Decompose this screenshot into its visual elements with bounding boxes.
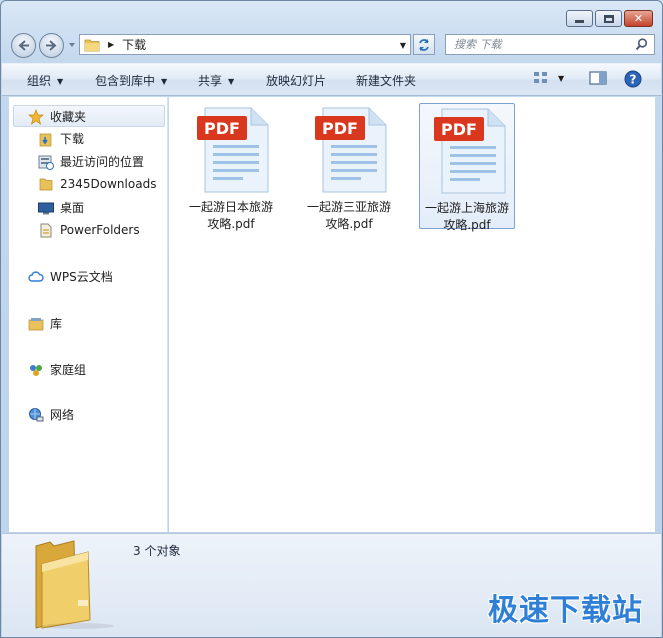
help-button[interactable]: ? [624,70,642,88]
organize-menu[interactable]: 组织 ▼ [27,72,63,89]
file-name-line1: 一起游日本旅游 [188,200,273,214]
organize-label: 组织 [27,74,52,88]
back-button[interactable] [11,33,36,58]
file-name-line2: 攻略.pdf [207,217,255,231]
address-bar[interactable]: ▶ 下载 ▼ [79,34,411,55]
search-icon[interactable] [635,38,648,51]
nav-homegroup-label: 家庭组 [50,363,87,377]
help-icon: ? [624,70,642,88]
slideshow-button[interactable]: 放映幻灯片 [266,72,326,89]
file-item[interactable]: PDF 一起游日本旅游 攻略.pdf [183,103,279,231]
pdf-file-icon: PDF [434,108,506,194]
library-icon [28,316,44,332]
nav-item-label: 桌面 [60,201,85,215]
arrow-left-icon [18,40,29,51]
nav-favorites-label: 收藏夹 [50,110,87,124]
chevron-down-icon: ▼ [161,77,168,86]
file-name-line2: 攻略.pdf [443,218,491,232]
powerfolders-icon [38,222,54,238]
navigation-pane: 收藏夹 下载 最近访问的位置 2345Downloads 桌面 PowerFol… [9,97,168,532]
maximize-button[interactable] [595,10,622,27]
file-item[interactable]: PDF 一起游三亚旅游 攻略.pdf [301,103,397,231]
file-name: 一起游日本旅游 攻略.pdf [183,199,279,233]
file-name-line1: 一起游上海旅游 [424,201,509,215]
new-folder-label: 新建文件夹 [356,74,417,88]
nav-item-recent-places[interactable]: 最近访问的位置 [38,153,144,170]
cloud-icon [28,269,44,285]
breadcrumb-current[interactable]: 下载 [122,36,146,53]
folder-large-icon [35,540,114,629]
explorer-window: ✕ ▶ 下载 ▼ 组织 ▼ 包含到库中 ▼ [0,0,663,638]
view-options-icon [534,72,547,83]
nav-libraries[interactable]: 库 [28,315,62,332]
refresh-button[interactable] [413,34,435,55]
nav-network[interactable]: 网络 [28,406,74,423]
file-list: PDF 一起游日本旅游 攻略.pdf PDF 一起游三亚旅游 攻略.pdf PD… [169,97,655,532]
refresh-icon [419,38,429,51]
pdf-badge-text: PDF [441,120,477,139]
nav-libraries-label: 库 [50,317,63,331]
pdf-badge-text: PDF [204,119,240,138]
share-menu[interactable]: 共享 ▼ [198,72,234,89]
minimize-icon [575,19,584,23]
pdf-badge-text: PDF [322,119,358,138]
nav-wps-cloud-label: WPS云文档 [50,270,113,284]
file-name-line2: 攻略.pdf [325,217,373,231]
recent-pages-dropdown-icon[interactable] [68,41,76,49]
folder-icon [84,39,100,51]
nav-item-2345downloads[interactable]: 2345Downloads [38,176,156,192]
nav-item-downloads[interactable]: 下载 [38,130,84,147]
include-in-library-label: 包含到库中 [95,74,156,88]
arrow-right-icon [46,40,57,51]
preview-pane-button[interactable] [589,70,607,86]
chevron-down-icon: ▼ [228,77,235,86]
file-name: 一起游上海旅游 攻略.pdf [420,200,514,234]
nav-item-label: 下载 [60,132,85,146]
nav-favorites[interactable]: 收藏夹 [28,108,86,125]
file-item-selected[interactable]: PDF 一起游上海旅游 攻略.pdf [419,103,515,232]
maximize-icon [603,14,614,23]
details-pane: 3 个对象 极速下载站 [2,533,661,637]
nav-item-desktop[interactable]: 桌面 [38,199,84,216]
search-input[interactable] [454,38,624,51]
nav-network-label: 网络 [50,408,75,422]
caption-buttons: ✕ [566,10,653,27]
folder-icon [38,176,54,192]
nav-item-label: 2345Downloads [60,177,157,191]
change-view-button[interactable]: ▼ [533,70,564,86]
nav-wps-cloud[interactable]: WPS云文档 [28,268,113,285]
nav-item-label: 最近访问的位置 [60,155,145,169]
svg-text:?: ? [630,73,637,87]
homegroup-icon [28,362,44,378]
nav-item-label: PowerFolders [60,223,140,237]
watermark-logo: 极速下载站 [488,593,643,628]
close-button[interactable]: ✕ [624,10,653,27]
pdf-file-icon: PDF [315,107,387,193]
command-bar: 组织 ▼ 包含到库中 ▼ 共享 ▼ 放映幻灯片 新建文件夹 ▼ ? [2,63,661,96]
recent-places-icon [38,154,54,170]
file-name-line1: 一起游三亚旅游 [306,200,391,214]
pdf-file-icon: PDF [197,107,269,193]
close-icon: ✕ [633,12,644,25]
new-folder-button[interactable]: 新建文件夹 [356,72,416,89]
include-in-library-menu[interactable]: 包含到库中 ▼ [95,72,167,89]
breadcrumb-separator-icon[interactable]: ▶ [108,40,114,49]
minimize-button[interactable] [566,10,593,27]
desktop-icon [38,200,54,216]
chevron-down-icon[interactable]: ▼ [558,74,564,83]
preview-pane-icon [589,71,607,85]
item-count: 3 个对象 [133,544,181,558]
address-dropdown-icon[interactable]: ▼ [400,41,406,50]
nav-item-powerfolders[interactable]: PowerFolders [38,222,140,238]
slideshow-label: 放映幻灯片 [266,74,327,88]
downloads-folder-icon [38,131,54,147]
star-icon [28,108,44,125]
chevron-down-icon: ▼ [57,77,64,86]
nav-homegroup[interactable]: 家庭组 [28,361,86,378]
share-label: 共享 [198,74,223,88]
network-icon [28,407,44,423]
file-name: 一起游三亚旅游 攻略.pdf [301,199,397,233]
forward-button[interactable] [39,33,64,58]
search-box[interactable] [445,34,655,55]
